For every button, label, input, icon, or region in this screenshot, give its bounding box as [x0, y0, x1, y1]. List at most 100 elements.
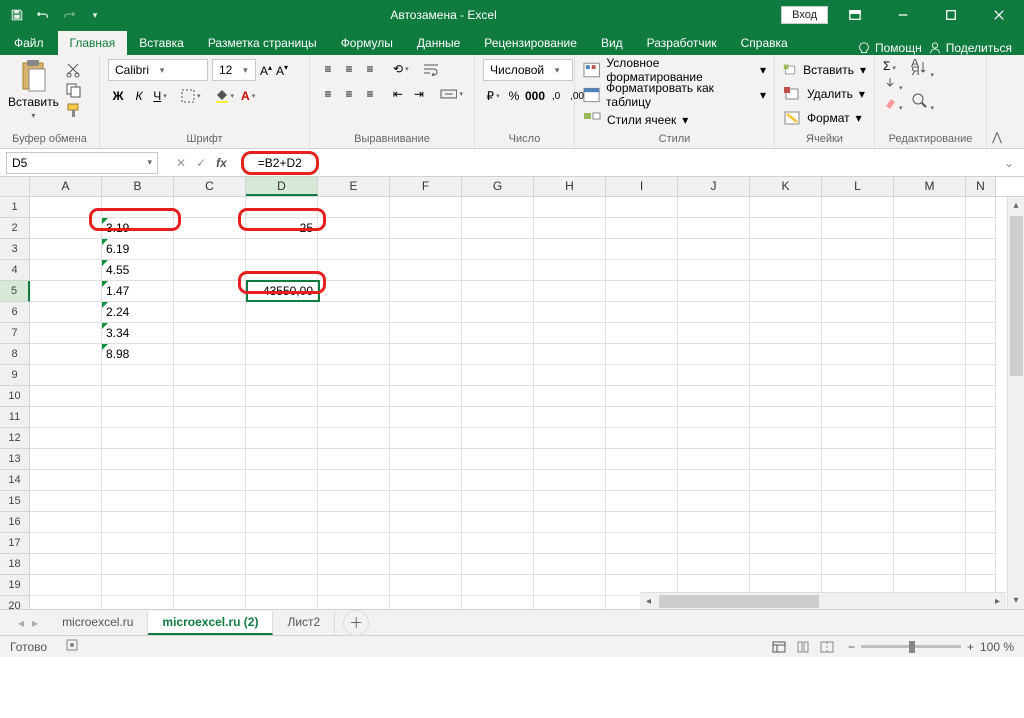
cell[interactable] [102, 470, 174, 491]
percent-icon[interactable]: % [504, 86, 524, 106]
cell[interactable] [534, 512, 606, 533]
cell[interactable] [606, 554, 678, 575]
cell[interactable] [678, 407, 750, 428]
cell[interactable] [102, 365, 174, 386]
cell[interactable] [606, 470, 678, 491]
cell[interactable] [318, 449, 390, 470]
cell[interactable] [822, 449, 894, 470]
font-size-combo[interactable]: 12▾ [212, 59, 256, 81]
sheet-tab[interactable]: microexcel.ru (2) [148, 611, 273, 635]
cell[interactable] [822, 218, 894, 239]
align-center-icon[interactable]: ≡ [339, 84, 359, 104]
cell[interactable] [966, 197, 996, 218]
cell[interactable] [174, 407, 246, 428]
select-all-corner[interactable] [0, 177, 30, 196]
cell[interactable] [102, 428, 174, 449]
cell[interactable] [750, 491, 822, 512]
cell[interactable] [246, 491, 318, 512]
cell[interactable] [966, 365, 996, 386]
cell[interactable] [318, 491, 390, 512]
add-sheet-button[interactable]: ＋ [343, 610, 369, 636]
cell[interactable] [822, 407, 894, 428]
clear-icon[interactable]: ▾ [883, 96, 903, 113]
macro-record-icon[interactable] [65, 638, 79, 655]
cell[interactable] [174, 365, 246, 386]
expand-formula-bar-icon[interactable]: ⌄ [994, 156, 1024, 170]
cell[interactable] [894, 386, 966, 407]
cell[interactable] [390, 575, 462, 596]
paste-button[interactable]: Вставить▾ [8, 59, 59, 120]
align-middle-icon[interactable]: ≡ [339, 59, 359, 79]
cell[interactable] [30, 407, 102, 428]
sort-filter-icon[interactable]: AЯ▾ [911, 59, 935, 80]
col-header[interactable]: C [174, 177, 246, 196]
cell[interactable] [390, 365, 462, 386]
customize-qat-icon[interactable]: ▾ [84, 4, 106, 26]
cell[interactable] [678, 449, 750, 470]
cell[interactable] [174, 449, 246, 470]
cell[interactable] [894, 470, 966, 491]
cell[interactable] [678, 491, 750, 512]
cell[interactable] [750, 281, 822, 302]
cell[interactable] [30, 365, 102, 386]
cell[interactable] [534, 575, 606, 596]
find-select-icon[interactable]: ▾ [911, 92, 935, 113]
cell[interactable] [966, 554, 996, 575]
tab-review[interactable]: Рецензирование [472, 31, 589, 55]
cell[interactable] [390, 260, 462, 281]
col-header[interactable]: D [246, 177, 318, 196]
cell[interactable] [822, 344, 894, 365]
cell[interactable] [30, 512, 102, 533]
row-header[interactable]: 16 [0, 512, 30, 533]
row-header[interactable]: 19 [0, 575, 30, 596]
cell[interactable] [678, 470, 750, 491]
cell[interactable] [246, 449, 318, 470]
cell[interactable] [30, 575, 102, 596]
cell[interactable] [966, 344, 996, 365]
cell[interactable] [102, 449, 174, 470]
cell[interactable] [750, 407, 822, 428]
cell[interactable] [462, 344, 534, 365]
cell[interactable] [246, 260, 318, 281]
cell[interactable] [534, 218, 606, 239]
cell[interactable] [246, 386, 318, 407]
cell[interactable] [174, 281, 246, 302]
sheet-tab[interactable]: Лист2 [273, 611, 335, 635]
cell[interactable] [318, 533, 390, 554]
save-icon[interactable] [6, 4, 28, 26]
zoom-out-icon[interactable]: − [848, 640, 855, 654]
cell[interactable] [102, 533, 174, 554]
autosum-icon[interactable]: Σ▾ [883, 59, 896, 73]
ribbon-display-icon[interactable] [834, 0, 876, 30]
maximize-icon[interactable] [930, 0, 972, 30]
cell[interactable] [174, 344, 246, 365]
cell[interactable] [462, 365, 534, 386]
col-header[interactable]: G [462, 177, 534, 196]
cell[interactable] [462, 470, 534, 491]
cell[interactable]: 2.24 [102, 302, 174, 323]
number-format-combo[interactable]: Числовой▾ [483, 59, 573, 81]
cell[interactable] [894, 260, 966, 281]
cell[interactable]: 1.47 [102, 281, 174, 302]
minimize-icon[interactable] [882, 0, 924, 30]
cell[interactable]: 3.34 [102, 323, 174, 344]
col-header[interactable]: F [390, 177, 462, 196]
cell[interactable] [894, 533, 966, 554]
font-color-button[interactable]: А▾ [238, 86, 258, 106]
cell[interactable] [390, 239, 462, 260]
zoom-in-icon[interactable]: + [967, 640, 974, 654]
cell[interactable] [894, 512, 966, 533]
cell[interactable] [390, 344, 462, 365]
cut-icon[interactable] [65, 62, 83, 78]
cell[interactable] [174, 575, 246, 596]
align-top-icon[interactable]: ≡ [318, 59, 338, 79]
cell[interactable] [102, 575, 174, 596]
cell[interactable] [30, 323, 102, 344]
cell[interactable] [318, 386, 390, 407]
cell[interactable] [966, 512, 996, 533]
cell[interactable] [462, 449, 534, 470]
col-header[interactable]: I [606, 177, 678, 196]
cell[interactable] [822, 512, 894, 533]
cell[interactable] [462, 533, 534, 554]
cell[interactable] [966, 218, 996, 239]
